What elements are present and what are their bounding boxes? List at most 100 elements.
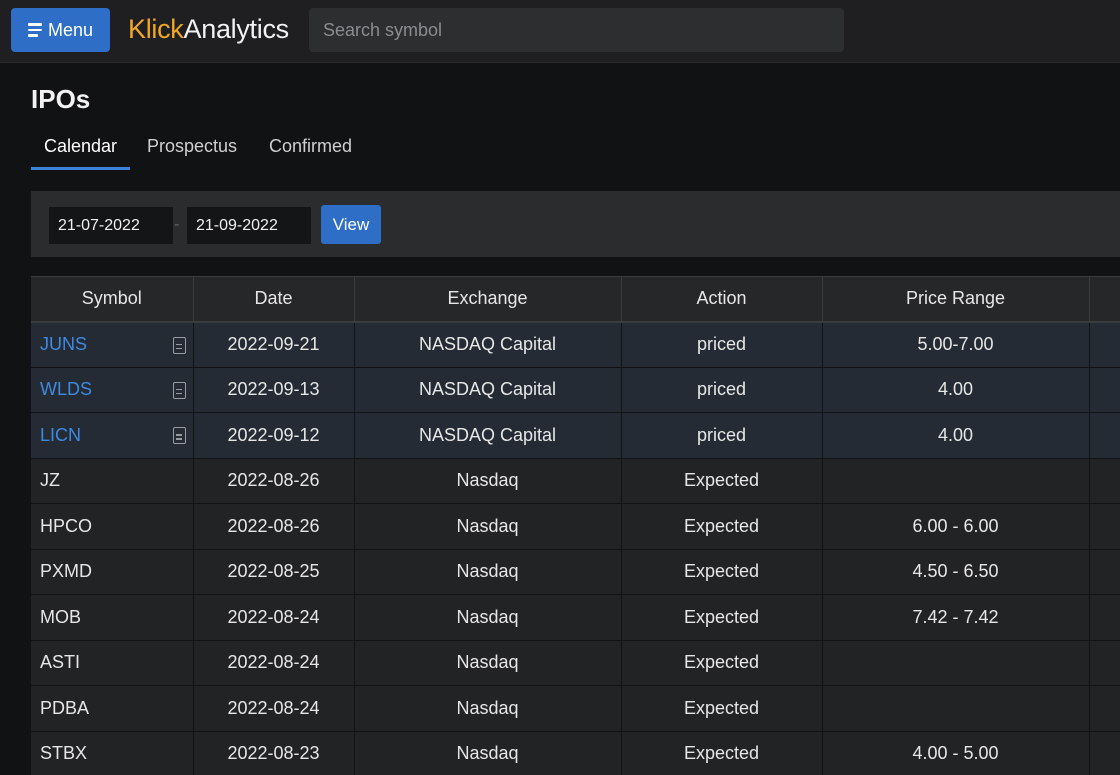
cell-price-range: 6.00 - 6.00 xyxy=(822,503,1090,550)
cell-date: 2022-08-24 xyxy=(193,594,355,641)
cell-price-range xyxy=(822,640,1090,686)
cell-price-range xyxy=(822,458,1090,504)
cell-date: 2022-09-12 xyxy=(193,412,355,459)
symbol-text: MOB xyxy=(40,606,82,627)
cell-action: priced xyxy=(621,412,823,459)
symbol-text: PXMD xyxy=(40,561,93,582)
cell-date: 2022-09-21 xyxy=(193,321,355,368)
cell-extra xyxy=(1089,367,1120,413)
symbol-text: HPCO xyxy=(40,515,93,536)
symbol-link[interactable]: WLDS xyxy=(40,379,92,399)
table-row[interactable]: ASTI 2022-08-24 Nasdaq Expected xyxy=(31,640,1120,686)
to-date-input[interactable] xyxy=(187,207,311,244)
cell-symbol[interactable]: LICN xyxy=(31,412,194,459)
cell-extra xyxy=(1089,458,1120,504)
cell-action: priced xyxy=(621,367,823,413)
brand-logo-part1: Klick xyxy=(128,14,184,44)
cell-price-range: 7.42 - 7.42 xyxy=(822,594,1090,641)
cell-price-range: 5.00-7.00 xyxy=(822,321,1090,368)
menu-button-label: Menu xyxy=(47,19,94,40)
symbol-text: STBX xyxy=(40,743,88,764)
cell-exchange: Nasdaq xyxy=(354,503,622,550)
cell-action: Expected xyxy=(621,640,823,686)
symbol-text: JZ xyxy=(40,470,60,491)
table-header-row: Symbol Date Exchange Action Price Range xyxy=(31,276,1120,323)
menu-button[interactable]: Menu xyxy=(11,8,110,52)
symbol-text: PDBA xyxy=(40,697,90,718)
cell-extra xyxy=(1089,412,1120,459)
cell-action: Expected xyxy=(621,731,823,775)
cell-action: priced xyxy=(621,321,823,368)
column-header-symbol[interactable]: Symbol xyxy=(31,276,194,323)
cell-symbol: MOB xyxy=(31,594,194,641)
cell-exchange: Nasdaq xyxy=(354,594,622,641)
tab-prospectus[interactable]: Prospectus xyxy=(147,136,237,157)
cell-exchange: Nasdaq xyxy=(354,640,622,686)
hamburger-icon xyxy=(27,23,42,37)
top-navbar: Menu KlickAnalytics xyxy=(0,0,1120,63)
cell-date: 2022-08-26 xyxy=(193,458,355,504)
cell-exchange: Nasdaq xyxy=(354,685,622,732)
cell-exchange: NASDAQ Capital xyxy=(354,412,622,459)
active-tab-indicator xyxy=(31,167,130,170)
table-row[interactable]: JZ 2022-08-26 Nasdaq Expected xyxy=(31,458,1120,504)
cell-action: Expected xyxy=(621,458,823,504)
cell-exchange: NASDAQ Capital xyxy=(354,321,622,368)
cell-date: 2022-08-26 xyxy=(193,503,355,550)
cell-extra xyxy=(1089,685,1120,732)
column-header-extra xyxy=(1089,276,1120,323)
cell-date: 2022-09-13 xyxy=(193,367,355,413)
table-row[interactable]: WLDS 2022-09-13 NASDAQ Capital priced 4.00 xyxy=(31,367,1120,413)
from-date-input[interactable] xyxy=(49,207,173,244)
table-row[interactable]: HPCO 2022-08-26 Nasdaq Expected 6.00 - 6.00 xyxy=(31,503,1120,550)
table-row[interactable]: LICN 2022-09-12 NASDAQ Capital priced 4.00 xyxy=(31,412,1120,459)
ipo-calendar-table: Symbol Date Exchange Action Price Range … xyxy=(31,276,1120,775)
symbol-text: ASTI xyxy=(40,652,81,673)
page-title: IPOs xyxy=(31,84,91,114)
tab-calendar[interactable]: Calendar xyxy=(44,136,117,157)
cell-extra xyxy=(1089,640,1120,686)
view-button[interactable]: View xyxy=(321,205,381,244)
brand-logo-part2: Analytics xyxy=(183,14,290,44)
cell-date: 2022-08-24 xyxy=(193,685,355,732)
column-header-price-range[interactable]: Price Range xyxy=(822,276,1090,323)
cell-date: 2022-08-24 xyxy=(193,640,355,686)
document-icon[interactable] xyxy=(172,336,186,354)
cell-price-range: 4.50 - 6.50 xyxy=(822,549,1090,595)
cell-symbol: PXMD xyxy=(31,549,194,595)
cell-symbol: HPCO xyxy=(31,503,194,550)
symbol-link[interactable]: JUNS xyxy=(40,334,87,354)
table-row[interactable]: JUNS 2022-09-21 NASDAQ Capital priced 5.00-7… xyxy=(31,321,1120,368)
document-icon[interactable] xyxy=(172,427,186,444)
cell-exchange: Nasdaq xyxy=(354,458,622,504)
cell-date: 2022-08-25 xyxy=(193,549,355,595)
document-icon[interactable] xyxy=(172,381,186,399)
column-header-exchange[interactable]: Exchange xyxy=(354,276,622,323)
search-input[interactable] xyxy=(309,8,844,52)
cell-action: Expected xyxy=(621,503,823,550)
column-header-action[interactable]: Action xyxy=(621,276,823,323)
cell-symbol[interactable]: JUNS xyxy=(31,321,194,368)
cell-symbol: PDBA xyxy=(31,685,194,732)
cell-exchange: NASDAQ Capital xyxy=(354,367,622,413)
table-row[interactable]: PDBA 2022-08-24 Nasdaq Expected xyxy=(31,685,1120,732)
table-row[interactable]: MOB 2022-08-24 Nasdaq Expected 7.42 - 7.42 xyxy=(31,594,1120,641)
cell-exchange: Nasdaq xyxy=(354,549,622,595)
column-header-date[interactable]: Date xyxy=(193,276,355,323)
cell-date: 2022-08-23 xyxy=(193,731,355,775)
symbol-link[interactable]: LICN xyxy=(40,425,81,445)
cell-symbol: ASTI xyxy=(31,640,194,686)
cell-exchange: Nasdaq xyxy=(354,731,622,775)
table-row[interactable]: STBX 2022-08-23 Nasdaq Expected 4.00 - 5.00 xyxy=(31,731,1120,775)
cell-symbol: JZ xyxy=(31,458,194,504)
cell-symbol[interactable]: WLDS xyxy=(31,367,194,413)
tab-confirmed[interactable]: Confirmed xyxy=(269,136,352,157)
date-range-separator: - xyxy=(174,216,180,233)
cell-symbol: STBX xyxy=(31,731,194,775)
table-body: JUNS 2022-09-21 NASDAQ Capital priced 5.00-7… xyxy=(31,321,1120,775)
brand-logo[interactable]: KlickAnalytics xyxy=(128,14,289,45)
cell-action: Expected xyxy=(621,685,823,732)
table-row[interactable]: PXMD 2022-08-25 Nasdaq Expected 4.50 - 6.50 xyxy=(31,549,1120,595)
date-filter-bar: - View xyxy=(31,191,1120,257)
cell-extra xyxy=(1089,594,1120,641)
